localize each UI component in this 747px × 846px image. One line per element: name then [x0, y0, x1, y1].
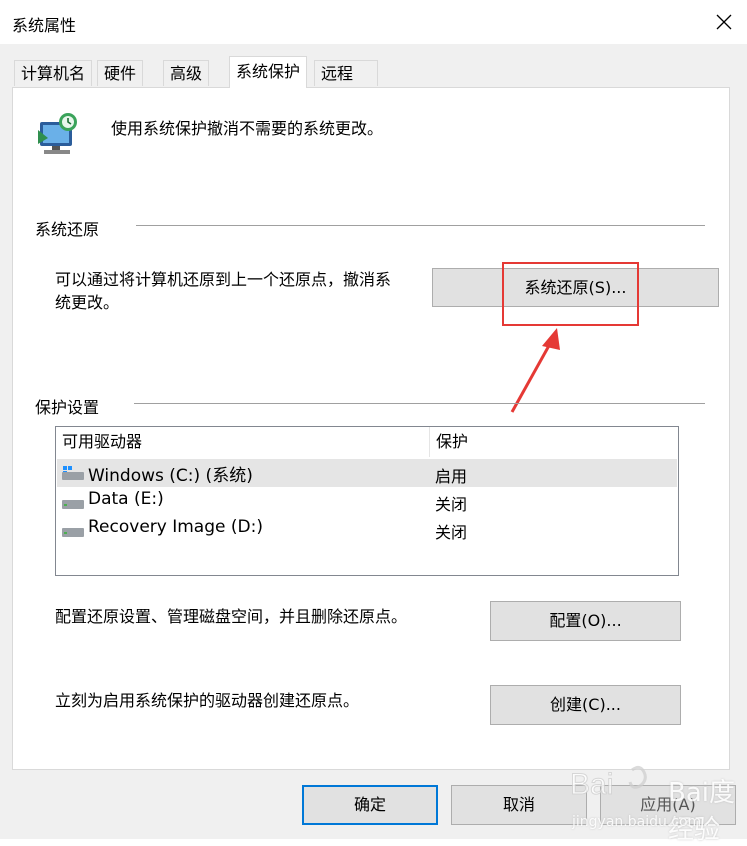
create-text: 立刻为启用系统保护的驱动器创建还原点。 [55, 691, 360, 710]
close-icon [716, 14, 731, 30]
drive-name: Data (E:) [88, 489, 164, 509]
drives-list-header: 可用驱动器 保护 [56, 427, 678, 457]
drives-list[interactable]: 可用驱动器 保护 Windows (C:) (系统) 启用 Data (E:) … [55, 426, 679, 576]
windows-drive-icon [62, 466, 84, 480]
drive-name: Recovery Image (D:) [88, 517, 263, 537]
drive-row[interactable]: Recovery Image (D:) 关闭 [57, 515, 677, 543]
tab-computer-name[interactable]: 计算机名 [14, 60, 93, 86]
tab-system-protection[interactable]: 系统保护 [229, 56, 308, 88]
restore-description-line1: 可以通过将计算机还原到上一个还原点，撤消系 [55, 270, 392, 289]
drive-status: 关闭 [435, 523, 468, 542]
highlight-arrow [510, 328, 560, 413]
restore-description: 可以通过将计算机还原到上一个还原点，撤消系 统更改。 [55, 268, 391, 314]
drive-icon [62, 500, 84, 509]
drive-name: Windows (C:) (系统) [88, 466, 253, 486]
restore-section-title: 系统还原 [35, 220, 100, 239]
system-protection-icon [34, 108, 84, 158]
tab-hardware[interactable]: 硬件 [97, 60, 144, 86]
drive-row[interactable]: Data (E:) 关闭 [57, 487, 677, 515]
window-title: 系统属性 [12, 16, 77, 35]
watermark-url: jingyan.baidu.com [572, 814, 702, 830]
watermark-text: Bai度经验 [668, 778, 735, 845]
drive-status: 关闭 [435, 495, 468, 514]
ok-button[interactable]: 确定 [302, 785, 438, 825]
highlight-box [502, 262, 639, 326]
svg-text:Bai: Bai [570, 768, 613, 801]
protection-section-title: 保护设置 [35, 398, 100, 417]
intro-text: 使用系统保护撤消不需要的系统更改。 [111, 119, 384, 138]
restore-description-line2: 统更改。 [55, 293, 120, 312]
drive-status: 启用 [435, 467, 468, 486]
column-header-protection[interactable]: 保护 [430, 427, 678, 457]
configure-text: 配置还原设置、管理磁盘空间，并且删除还原点。 [55, 607, 408, 626]
column-header-drive[interactable]: 可用驱动器 [56, 427, 430, 457]
baidu-watermark: Bai Bai度经验 jingyan.baidu.com [560, 752, 747, 845]
drive-icon [62, 528, 84, 537]
title-bar: 系统属性 [0, 0, 747, 44]
tab-advanced[interactable]: 高级 [163, 60, 210, 86]
configure-button[interactable]: 配置(O)... [490, 601, 681, 641]
close-button[interactable] [700, 0, 747, 44]
restore-section-divider [136, 225, 705, 226]
drive-row[interactable]: Windows (C:) (系统) 启用 [57, 459, 677, 487]
tab-remote[interactable]: 远程 [314, 60, 378, 86]
create-button[interactable]: 创建(C)... [490, 685, 681, 725]
protection-section-divider [134, 403, 705, 404]
